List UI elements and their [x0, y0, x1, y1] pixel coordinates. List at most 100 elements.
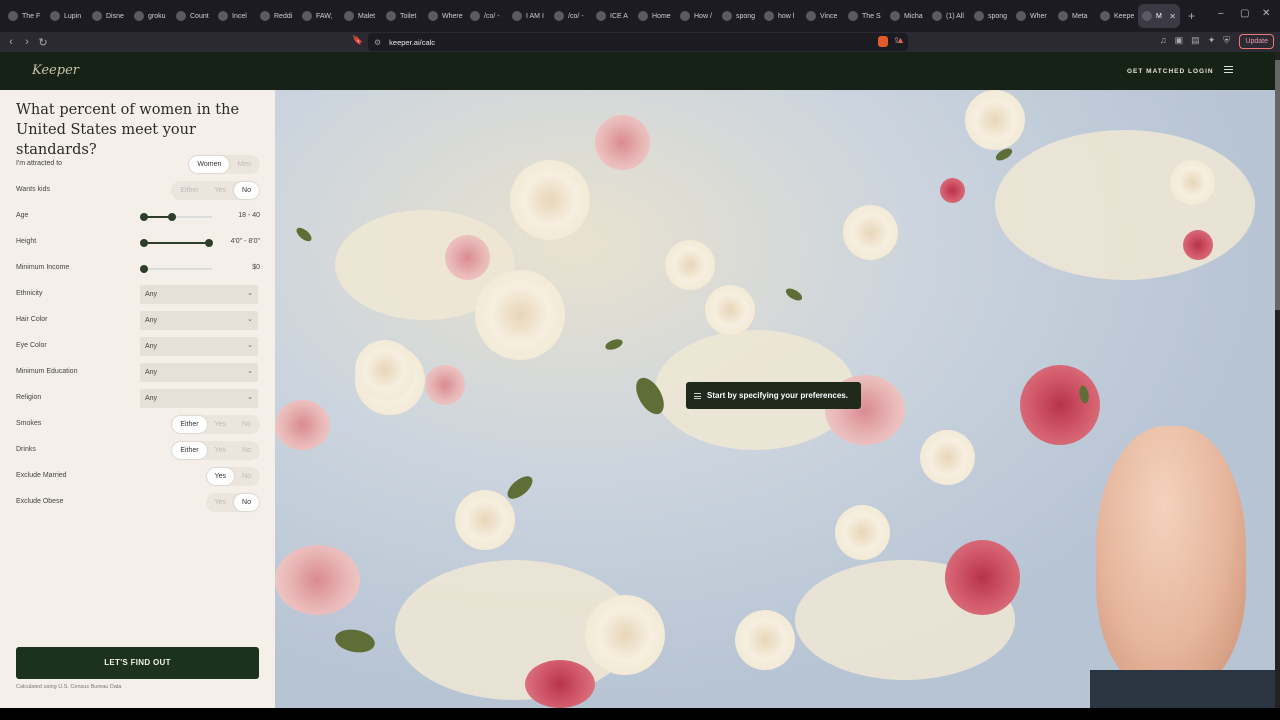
option-no[interactable]: No — [234, 494, 259, 511]
tab-title: Reddi — [274, 12, 293, 20]
option-yes[interactable]: Yes — [207, 442, 234, 459]
option-yes[interactable]: Yes — [207, 182, 234, 199]
browser-tab[interactable]: /co/ - — [550, 4, 592, 28]
close-tab-icon[interactable]: ✕ — [1169, 12, 1176, 21]
browser-tab[interactable]: Disne — [88, 4, 130, 28]
wants-kids-row: Wants kids Either Yes No — [16, 181, 260, 201]
tab-favicon-icon — [764, 11, 774, 21]
age-min-handle[interactable] — [140, 213, 148, 221]
ethnicity-row: Ethnicity Any ⌄ — [16, 285, 260, 305]
extensions-icon[interactable]: ✦ — [1208, 35, 1216, 46]
tab-favicon-icon — [554, 11, 564, 21]
drinks-toggle: Either Yes No — [171, 441, 260, 460]
browser-tab[interactable]: I AM I — [508, 4, 550, 28]
maximize-icon[interactable]: ▢ — [1240, 8, 1249, 19]
browser-tab[interactable]: Wher — [1012, 4, 1054, 28]
sliders-icon — [694, 393, 701, 401]
height-min-handle[interactable] — [140, 239, 148, 247]
browser-tab[interactable]: ICE A — [592, 4, 634, 28]
tab-title: How / — [694, 12, 712, 20]
option-no[interactable]: No — [234, 416, 259, 433]
education-select[interactable]: Any ⌄ — [140, 363, 258, 382]
browser-tab[interactable]: How / — [676, 4, 718, 28]
browser-tab[interactable]: spong — [718, 4, 760, 28]
sidebar-icon[interactable]: ▤ — [1191, 35, 1200, 46]
eye-color-row: Eye Color Any ⌄ — [16, 337, 260, 357]
close-window-icon[interactable]: ✕ — [1262, 8, 1270, 19]
rewards-icon[interactable]: ▲ — [896, 35, 905, 45]
browser-tab[interactable]: how l — [760, 4, 802, 28]
browser-tab[interactable]: Home — [634, 4, 676, 28]
minimize-icon[interactable]: – — [1218, 8, 1224, 19]
option-yes[interactable]: Yes — [207, 494, 234, 511]
option-no[interactable]: No — [234, 468, 259, 485]
browser-tab[interactable]: Micha — [886, 4, 928, 28]
address-bar[interactable]: ⚙ keeper.ai/calc ⇪ — [368, 33, 908, 51]
income-handle[interactable] — [140, 265, 148, 273]
option-men[interactable]: Men — [229, 156, 259, 173]
browser-tab[interactable]: Lupin — [46, 4, 88, 28]
flower — [1020, 365, 1100, 445]
browser-tab[interactable]: The S — [844, 4, 886, 28]
browser-tab[interactable]: Keepe — [1096, 4, 1138, 28]
lets-find-out-button[interactable]: LET'S FIND OUT — [16, 647, 259, 679]
back-icon[interactable]: ‹ — [3, 36, 19, 48]
age-max-handle[interactable] — [168, 213, 176, 221]
flower — [525, 660, 595, 708]
get-matched-link[interactable]: GET MATCHED — [1127, 68, 1185, 75]
browser-tab[interactable]: Reddi — [256, 4, 298, 28]
tab-favicon-icon — [260, 11, 270, 21]
reload-icon[interactable]: ↻ — [35, 36, 51, 49]
vpn-icon[interactable]: ⛨ — [1223, 35, 1230, 46]
religion-label: Religion — [16, 394, 42, 401]
income-slider[interactable] — [140, 265, 212, 273]
browser-tab[interactable]: /co/ - — [466, 4, 508, 28]
height-max-handle[interactable] — [205, 239, 213, 247]
site-logo[interactable]: Keeper — [32, 63, 79, 78]
height-row: Height 4'0" - 8'0" — [16, 233, 260, 253]
browser-tab[interactable]: Where — [424, 4, 466, 28]
brave-shield-icon[interactable] — [878, 36, 888, 47]
update-button[interactable]: Update — [1239, 34, 1274, 49]
browser-tab[interactable]: groku — [130, 4, 172, 28]
option-either[interactable]: Either — [172, 182, 206, 199]
wallet-icon[interactable]: ▣ — [1175, 35, 1184, 46]
forward-icon[interactable]: › — [19, 36, 35, 48]
age-slider[interactable] — [140, 213, 212, 221]
option-yes[interactable]: Yes — [206, 468, 235, 485]
religion-select[interactable]: Any ⌄ — [140, 389, 258, 408]
browser-tab[interactable]: The F — [4, 4, 46, 28]
flower — [275, 545, 360, 615]
browser-tab[interactable]: Toilet — [382, 4, 424, 28]
option-women[interactable]: Women — [189, 156, 230, 173]
scrollbar-thumb[interactable] — [1275, 60, 1280, 310]
media-icon[interactable]: ♫ — [1160, 35, 1167, 46]
browser-tab[interactable]: Count — [172, 4, 214, 28]
eye-color-select[interactable]: Any ⌄ — [140, 337, 258, 356]
option-either[interactable]: Either — [172, 416, 207, 433]
hamburger-menu-icon[interactable] — [1224, 66, 1233, 75]
browser-tab[interactable]: Incel — [214, 4, 256, 28]
browser-tab[interactable]: Meta — [1054, 4, 1096, 28]
ethnicity-select[interactable]: Any ⌄ — [140, 285, 258, 304]
option-no[interactable]: No — [234, 442, 259, 459]
browser-tab[interactable]: FAW, — [298, 4, 340, 28]
religion-row: Religion Any ⌄ — [16, 389, 260, 409]
site-info-icon[interactable]: ⚙ — [374, 38, 381, 47]
option-yes[interactable]: Yes — [207, 416, 234, 433]
option-no[interactable]: No — [234, 182, 259, 199]
browser-tab[interactable]: spong — [970, 4, 1012, 28]
option-either[interactable]: Either — [172, 442, 207, 459]
new-tab-icon[interactable]: + — [1188, 9, 1195, 23]
hair-color-select[interactable]: Any ⌄ — [140, 311, 258, 330]
browser-tab[interactable]: (1) All — [928, 4, 970, 28]
tab-title: Lupin — [64, 12, 82, 20]
browser-tab[interactable]: Vince — [802, 4, 844, 28]
browser-tab[interactable]: Malet — [340, 4, 382, 28]
exclude-obese-label: Exclude Obese — [16, 498, 64, 505]
height-slider[interactable] — [140, 239, 213, 247]
login-link[interactable]: LOGIN — [1188, 68, 1214, 75]
browser-tab-active[interactable]: M ✕ — [1138, 4, 1180, 28]
bookmark-icon[interactable]: 🔖 — [350, 35, 366, 46]
smokes-row: Smokes Either Yes No — [16, 415, 260, 435]
